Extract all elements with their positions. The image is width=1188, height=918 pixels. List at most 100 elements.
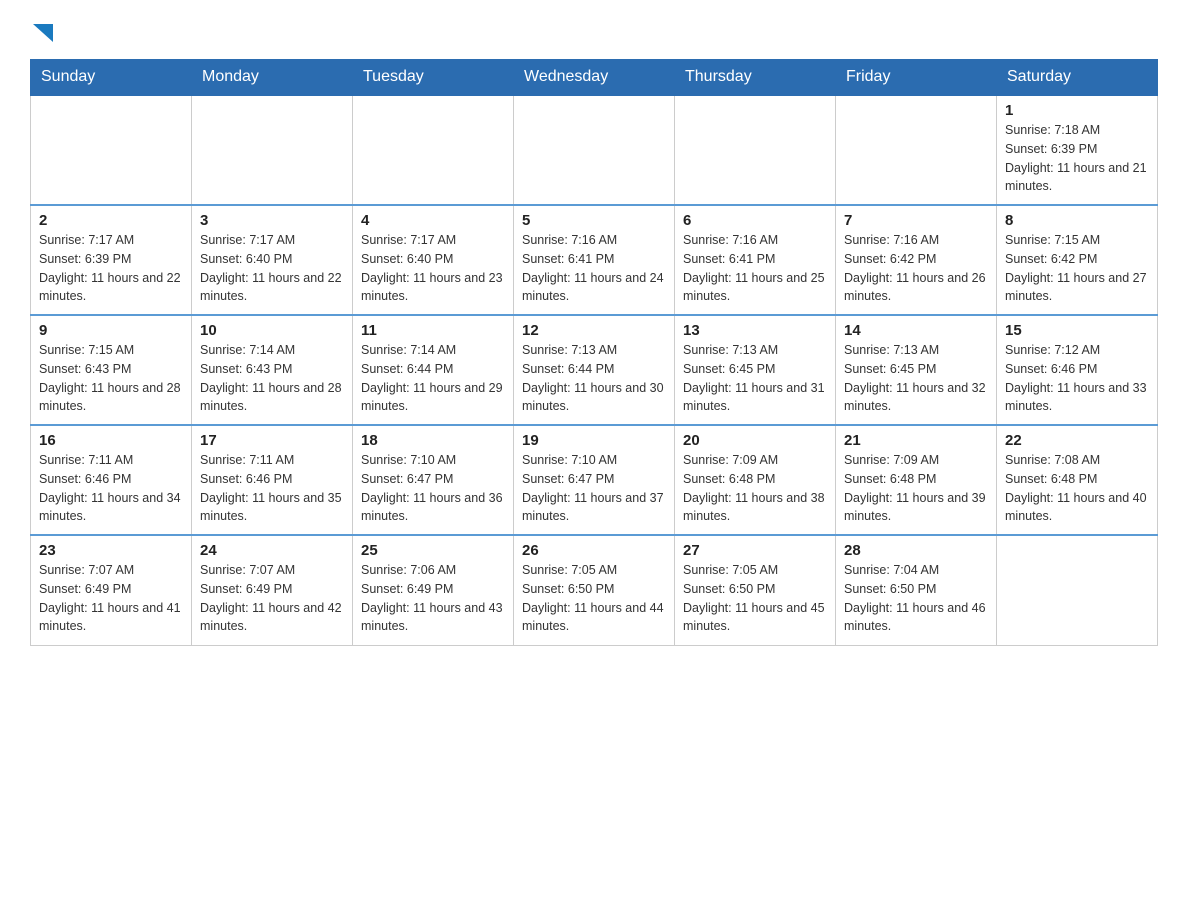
day-info: Sunrise: 7:16 AMSunset: 6:42 PMDaylight:… bbox=[844, 231, 988, 306]
day-info: Sunrise: 7:13 AMSunset: 6:44 PMDaylight:… bbox=[522, 341, 666, 416]
calendar-cell: 16 Sunrise: 7:11 AMSunset: 6:46 PMDayligh… bbox=[31, 425, 192, 535]
calendar-cell: 4 Sunrise: 7:17 AMSunset: 6:40 PMDaylight… bbox=[353, 205, 514, 315]
calendar-cell: 15 Sunrise: 7:12 AMSunset: 6:46 PMDayligh… bbox=[997, 315, 1158, 425]
calendar-cell bbox=[192, 95, 353, 205]
calendar-cell: 22 Sunrise: 7:08 AMSunset: 6:48 PMDayligh… bbox=[997, 425, 1158, 535]
day-info: Sunrise: 7:10 AMSunset: 6:47 PMDaylight:… bbox=[361, 451, 505, 526]
calendar-cell: 8Sunrise: 7:15 AMSunset: 6:42 PMDaylight… bbox=[997, 205, 1158, 315]
day-number: 25 bbox=[361, 542, 505, 559]
calendar-cell: 11 Sunrise: 7:14 AMSunset: 6:44 PMDayligh… bbox=[353, 315, 514, 425]
day-number: 11 bbox=[361, 322, 505, 339]
day-info: Sunrise: 7:11 AMSunset: 6:46 PMDaylight:… bbox=[200, 451, 344, 526]
day-info: Sunrise: 7:13 AMSunset: 6:45 PMDaylight:… bbox=[844, 341, 988, 416]
day-info: Sunrise: 7:06 AMSunset: 6:49 PMDaylight:… bbox=[361, 561, 505, 636]
calendar-cell: 14 Sunrise: 7:13 AMSunset: 6:45 PMDayligh… bbox=[836, 315, 997, 425]
day-info: Sunrise: 7:16 AMSunset: 6:41 PMDaylight:… bbox=[522, 231, 666, 306]
day-info: Sunrise: 7:14 AMSunset: 6:44 PMDaylight:… bbox=[361, 341, 505, 416]
day-number: 16 bbox=[39, 432, 183, 449]
logo-triangle-icon bbox=[33, 24, 53, 49]
calendar-cell: 1 Sunrise: 7:18 AMSunset: 6:39 PMDaylight… bbox=[997, 95, 1158, 205]
day-info: Sunrise: 7:17 AMSunset: 6:40 PMDaylight:… bbox=[200, 231, 344, 306]
calendar-cell: 12 Sunrise: 7:13 AMSunset: 6:44 PMDayligh… bbox=[514, 315, 675, 425]
column-header-wednesday: Wednesday bbox=[514, 60, 675, 96]
calendar-cell: 2 Sunrise: 7:17 AMSunset: 6:39 PMDaylight… bbox=[31, 205, 192, 315]
calendar-cell: 28 Sunrise: 7:04 AMSunset: 6:50 PMDayligh… bbox=[836, 535, 997, 645]
calendar-cell bbox=[997, 535, 1158, 645]
calendar-cell: 21Sunrise: 7:09 AMSunset: 6:48 PMDayligh… bbox=[836, 425, 997, 535]
day-number: 21 bbox=[844, 432, 988, 449]
day-info: Sunrise: 7:13 AMSunset: 6:45 PMDaylight:… bbox=[683, 341, 827, 416]
calendar-cell bbox=[31, 95, 192, 205]
day-info: Sunrise: 7:09 AMSunset: 6:48 PMDaylight:… bbox=[683, 451, 827, 526]
day-info: Sunrise: 7:10 AMSunset: 6:47 PMDaylight:… bbox=[522, 451, 666, 526]
day-number: 20 bbox=[683, 432, 827, 449]
calendar-cell: 24 Sunrise: 7:07 AMSunset: 6:49 PMDayligh… bbox=[192, 535, 353, 645]
calendar-cell: 9 Sunrise: 7:15 AMSunset: 6:43 PMDaylight… bbox=[31, 315, 192, 425]
day-number: 10 bbox=[200, 322, 344, 339]
day-number: 17 bbox=[200, 432, 344, 449]
page-header bbox=[30, 20, 1158, 49]
day-number: 23 bbox=[39, 542, 183, 559]
day-number: 22 bbox=[1005, 432, 1149, 449]
calendar-cell bbox=[514, 95, 675, 205]
calendar-week-row: 2 Sunrise: 7:17 AMSunset: 6:39 PMDaylight… bbox=[31, 205, 1158, 315]
calendar-cell bbox=[353, 95, 514, 205]
calendar-cell: 7 Sunrise: 7:16 AMSunset: 6:42 PMDaylight… bbox=[836, 205, 997, 315]
day-number: 3 bbox=[200, 212, 344, 229]
day-info: Sunrise: 7:17 AMSunset: 6:40 PMDaylight:… bbox=[361, 231, 505, 306]
column-header-tuesday: Tuesday bbox=[353, 60, 514, 96]
day-info: Sunrise: 7:12 AMSunset: 6:46 PMDaylight:… bbox=[1005, 341, 1149, 416]
calendar-week-row: 9 Sunrise: 7:15 AMSunset: 6:43 PMDaylight… bbox=[31, 315, 1158, 425]
calendar-cell: 25 Sunrise: 7:06 AMSunset: 6:49 PMDayligh… bbox=[353, 535, 514, 645]
day-info: Sunrise: 7:16 AMSunset: 6:41 PMDaylight:… bbox=[683, 231, 827, 306]
calendar-table: SundayMondayTuesdayWednesdayThursdayFrid… bbox=[30, 59, 1158, 646]
day-number: 9 bbox=[39, 322, 183, 339]
day-info: Sunrise: 7:05 AMSunset: 6:50 PMDaylight:… bbox=[522, 561, 666, 636]
day-info: Sunrise: 7:15 AMSunset: 6:43 PMDaylight:… bbox=[39, 341, 183, 416]
logo bbox=[30, 20, 53, 49]
day-number: 18 bbox=[361, 432, 505, 449]
day-number: 4 bbox=[361, 212, 505, 229]
day-number: 14 bbox=[844, 322, 988, 339]
calendar-cell: 19Sunrise: 7:10 AMSunset: 6:47 PMDayligh… bbox=[514, 425, 675, 535]
calendar-cell: 23Sunrise: 7:07 AMSunset: 6:49 PMDayligh… bbox=[31, 535, 192, 645]
day-number: 1 bbox=[1005, 102, 1149, 119]
calendar-cell: 3 Sunrise: 7:17 AMSunset: 6:40 PMDaylight… bbox=[192, 205, 353, 315]
day-info: Sunrise: 7:15 AMSunset: 6:42 PMDaylight:… bbox=[1005, 231, 1149, 306]
column-header-saturday: Saturday bbox=[997, 60, 1158, 96]
calendar-cell: 17 Sunrise: 7:11 AMSunset: 6:46 PMDayligh… bbox=[192, 425, 353, 535]
day-number: 7 bbox=[844, 212, 988, 229]
calendar-header-row: SundayMondayTuesdayWednesdayThursdayFrid… bbox=[31, 60, 1158, 96]
day-info: Sunrise: 7:05 AMSunset: 6:50 PMDaylight:… bbox=[683, 561, 827, 636]
day-number: 6 bbox=[683, 212, 827, 229]
day-info: Sunrise: 7:11 AMSunset: 6:46 PMDaylight:… bbox=[39, 451, 183, 526]
calendar-cell: 10 Sunrise: 7:14 AMSunset: 6:43 PMDayligh… bbox=[192, 315, 353, 425]
day-info: Sunrise: 7:04 AMSunset: 6:50 PMDaylight:… bbox=[844, 561, 988, 636]
day-number: 13 bbox=[683, 322, 827, 339]
day-info: Sunrise: 7:17 AMSunset: 6:39 PMDaylight:… bbox=[39, 231, 183, 306]
day-number: 2 bbox=[39, 212, 183, 229]
day-number: 12 bbox=[522, 322, 666, 339]
calendar-week-row: 23 Sunrise: 7:07 AMSunset: 6:49 PMDayligh… bbox=[31, 535, 1158, 645]
calendar-cell: 18 Sunrise: 7:10 AMSunset: 6:47 PMDayligh… bbox=[353, 425, 514, 535]
calendar-cell: 13 Sunrise: 7:13 AMSunset: 6:45 PMDayligh… bbox=[675, 315, 836, 425]
calendar-cell bbox=[675, 95, 836, 205]
day-info: Sunrise: 7:14 AMSunset: 6:43 PMDaylight:… bbox=[200, 341, 344, 416]
day-number: 24 bbox=[200, 542, 344, 559]
calendar-cell: 6 Sunrise: 7:16 AMSunset: 6:41 PMDaylight… bbox=[675, 205, 836, 315]
calendar-cell: 26Sunrise: 7:05 AMSunset: 6:50 PMDayligh… bbox=[514, 535, 675, 645]
day-info: Sunrise: 7:08 AMSunset: 6:48 PMDaylight:… bbox=[1005, 451, 1149, 526]
calendar-week-row: 16 Sunrise: 7:11 AMSunset: 6:46 PMDayligh… bbox=[31, 425, 1158, 535]
column-header-sunday: Sunday bbox=[31, 60, 192, 96]
day-number: 28 bbox=[844, 542, 988, 559]
calendar-cell: 20 Sunrise: 7:09 AMSunset: 6:48 PMDayligh… bbox=[675, 425, 836, 535]
calendar-cell: 27Sunrise: 7:05 AMSunset: 6:50 PMDayligh… bbox=[675, 535, 836, 645]
column-header-monday: Monday bbox=[192, 60, 353, 96]
column-header-friday: Friday bbox=[836, 60, 997, 96]
day-number: 15 bbox=[1005, 322, 1149, 339]
day-info: Sunrise: 7:18 AMSunset: 6:39 PMDaylight:… bbox=[1005, 121, 1149, 196]
calendar-cell bbox=[836, 95, 997, 205]
day-info: Sunrise: 7:07 AMSunset: 6:49 PMDaylight:… bbox=[200, 561, 344, 636]
calendar-week-row: 1 Sunrise: 7:18 AMSunset: 6:39 PMDaylight… bbox=[31, 95, 1158, 205]
calendar-cell: 5Sunrise: 7:16 AMSunset: 6:41 PMDaylight… bbox=[514, 205, 675, 315]
